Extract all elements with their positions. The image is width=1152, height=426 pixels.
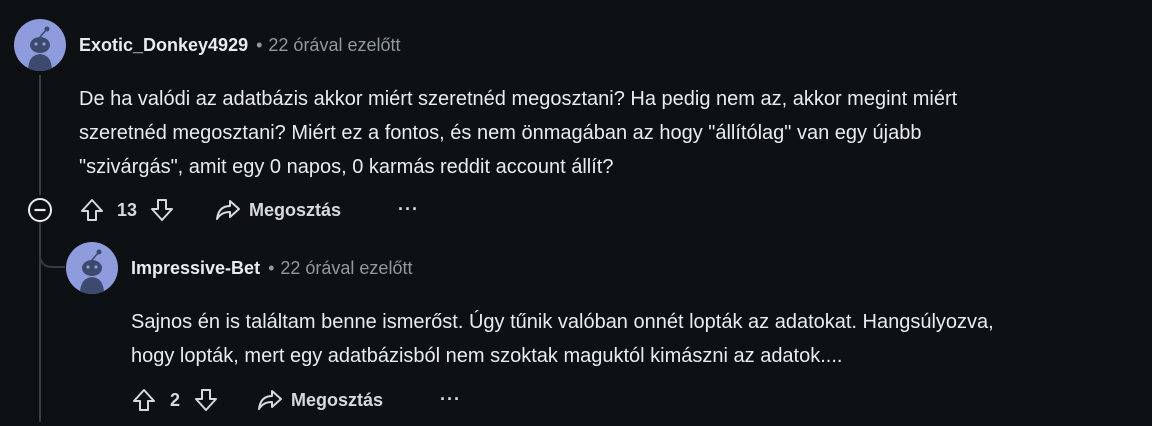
share-label: Megosztás [249, 199, 342, 220]
vote-bar: 13 [80, 197, 174, 223]
share-icon [215, 198, 241, 222]
vote-bar: 2 [132, 387, 218, 413]
more-options-button[interactable]: ··· [398, 199, 419, 220]
comment-meta: Impressive-Bet • 22 órával ezelőtt [131, 258, 412, 279]
share-button[interactable]: Megosztás [257, 387, 383, 413]
comment-meta: Exotic_Donkey4929 • 22 órával ezelőtt [79, 35, 401, 56]
snoo-avatar-icon [28, 26, 52, 71]
upvote-icon[interactable] [132, 387, 156, 413]
collapse-minus-icon [28, 198, 52, 222]
author-name[interactable]: Exotic_Donkey4929 [79, 35, 248, 55]
thread-line-main[interactable] [39, 75, 41, 195]
share-button[interactable]: Megosztás [215, 197, 341, 223]
comment-body: Sajnos én is találtam benne ismerőst. Úg… [131, 311, 994, 367]
thread-line-reply-branch [39, 226, 65, 268]
upvote-icon[interactable] [80, 197, 104, 223]
avatar[interactable] [66, 242, 118, 294]
downvote-icon[interactable] [150, 197, 174, 223]
comment-body: De ha valódi az adatbázis akkor miért sz… [79, 88, 958, 178]
timestamp[interactable]: 22 órával ezelőtt [280, 258, 412, 278]
downvote-icon[interactable] [194, 387, 218, 413]
snoo-avatar-icon [80, 249, 104, 294]
author-name[interactable]: Impressive-Bet [131, 258, 260, 278]
share-label: Megosztás [291, 389, 384, 410]
vote-count: 2 [170, 389, 181, 410]
collapse-button[interactable] [27, 197, 53, 223]
avatar[interactable] [14, 19, 66, 71]
meta-separator: • [256, 35, 263, 55]
timestamp[interactable]: 22 órával ezelőtt [268, 35, 400, 55]
share-icon [257, 388, 283, 412]
meta-separator: • [268, 258, 275, 278]
more-options-button[interactable]: ··· [440, 389, 461, 410]
vote-count: 13 [117, 199, 138, 220]
